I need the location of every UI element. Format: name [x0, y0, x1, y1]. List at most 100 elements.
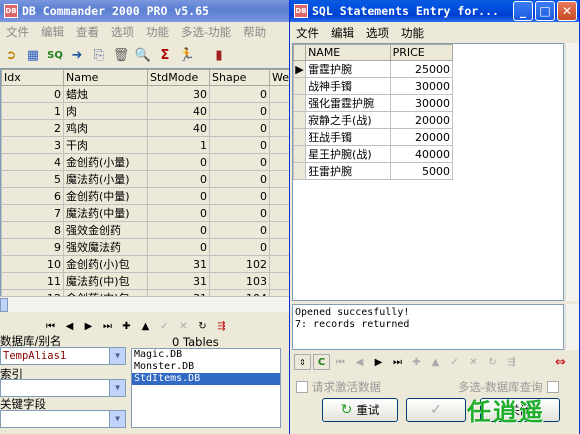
cell-stdmode[interactable]: 30 — [147, 85, 210, 103]
cell-idx[interactable]: 10 — [1, 255, 64, 273]
cell-stdmode[interactable]: 0 — [147, 204, 210, 222]
col-stdmode[interactable]: StdMode — [147, 69, 210, 86]
cell-shape[interactable]: 0 — [209, 136, 270, 154]
next-record-icon[interactable]: ▶ — [80, 318, 97, 334]
table-row[interactable]: 9 强效魔法药 0 0 — [1, 238, 291, 256]
cell-name[interactable]: 狂雷护腕 — [305, 162, 391, 180]
sql-icon[interactable]: SQ — [46, 46, 64, 64]
cell-stdmode[interactable]: 31 — [147, 272, 210, 290]
menu-options[interactable]: 选项 — [360, 25, 395, 41]
filter-icon[interactable]: ⇶ — [213, 318, 230, 334]
table-row[interactable]: 寂静之手(战) 20000 — [293, 111, 454, 129]
cell-idx[interactable]: 4 — [1, 153, 64, 171]
cancel-icon[interactable]: ✕ — [175, 318, 192, 334]
cell-shape[interactable]: 0 — [209, 85, 270, 103]
activate-data-checkbox[interactable]: 请求激活数据 — [296, 379, 381, 395]
refresh-icon[interactable]: ↻ — [194, 318, 211, 334]
cell-idx[interactable]: 9 — [1, 238, 64, 256]
cell-stdmode[interactable]: 0 — [147, 153, 210, 171]
checkbox-box[interactable] — [546, 381, 559, 393]
first-record-icon[interactable]: ⏮ — [332, 354, 349, 370]
sql-grid-vscroll[interactable] — [565, 43, 579, 301]
menu-multi-functions[interactable]: 多选-功能 — [175, 24, 237, 40]
checkbox-box[interactable] — [296, 381, 308, 393]
cell-shape[interactable]: 102 — [209, 255, 270, 273]
left-data-grid[interactable]: Idx Name StdMode Shape Wei 0 蜡烛 30 0 1 肉 40 0 2 鸡… — [0, 68, 292, 298]
menu-functions[interactable]: 功能 — [140, 24, 175, 40]
cell-name[interactable]: 魔法药(小量) — [63, 170, 148, 188]
index-combo[interactable]: ▼ — [0, 379, 126, 397]
cell-name[interactable]: 金创药(中量) — [63, 187, 148, 205]
cell-price[interactable]: 30000 — [389, 77, 454, 95]
cell-idx[interactable]: 11 — [1, 272, 64, 290]
cell-shape[interactable]: 103 — [209, 272, 270, 290]
cell-stdmode[interactable]: 0 — [147, 221, 210, 239]
cell-idx[interactable]: 2 — [1, 119, 64, 137]
delete-icon[interactable]: 🗑 — [112, 46, 130, 64]
db-alias-combo[interactable]: TempAlias1 ▼ — [0, 347, 126, 365]
cell-name[interactable]: 蜡烛 — [63, 85, 148, 103]
cell-idx[interactable]: 5 — [1, 170, 64, 188]
table-row[interactable]: 7 魔法药(中量) 0 0 — [1, 204, 291, 222]
cell-shape[interactable]: 0 — [209, 187, 270, 205]
cell-shape[interactable]: 0 — [209, 102, 270, 120]
table-icon[interactable]: ▦ — [24, 46, 42, 64]
run-icon[interactable]: 🏃 — [178, 46, 196, 64]
chevron-down-icon[interactable]: ▼ — [109, 380, 125, 396]
copy-icon[interactable]: ⎘ — [90, 46, 108, 64]
table-row[interactable]: 3 干肉 1 0 — [1, 136, 291, 154]
cell-shape[interactable]: 0 — [209, 119, 270, 137]
menu-view[interactable]: 查看 — [70, 24, 105, 40]
post-icon[interactable]: ✓ — [156, 318, 173, 334]
chevron-down-icon[interactable]: ▼ — [109, 348, 125, 364]
cell-shape[interactable]: 0 — [209, 204, 270, 222]
delete-record-icon[interactable]: ▲ — [137, 318, 154, 334]
cell-name[interactable]: 狂战手镯 — [305, 128, 391, 146]
menu-options[interactable]: 选项 — [105, 24, 140, 40]
cell-price[interactable]: 20000 — [389, 128, 454, 146]
cell-stdmode[interactable]: 40 — [147, 119, 210, 137]
table-item[interactable]: Monster.DB — [132, 361, 280, 373]
cell-idx[interactable]: 6 — [1, 187, 64, 205]
col-name[interactable]: Name — [63, 69, 148, 86]
left-grid-hscroll[interactable] — [0, 296, 292, 312]
table-row[interactable]: 4 金创药(小量) 0 0 — [1, 153, 291, 171]
menu-edit[interactable]: 编辑 — [35, 24, 70, 40]
table-row[interactable]: 星王护腕(战) 40000 — [293, 145, 454, 163]
table-row[interactable]: 2 鸡肉 40 0 — [1, 119, 291, 137]
table-row[interactable]: 狂战手镯 20000 — [293, 128, 454, 146]
insert-record-icon[interactable]: ✚ — [408, 354, 425, 370]
cell-idx[interactable]: 7 — [1, 204, 64, 222]
table-row[interactable]: 战神手镯 30000 — [293, 77, 454, 95]
table-row[interactable]: ▶ 雷霆护腕 25000 — [293, 60, 454, 78]
cell-name[interactable]: 雷霆护腕 — [305, 60, 391, 78]
tables-list[interactable]: Magic.DB Monster.DB StdItems.DB — [131, 348, 281, 428]
cell-shape[interactable]: 0 — [209, 238, 270, 256]
cell-stdmode[interactable]: 31 — [147, 255, 210, 273]
cell-price[interactable]: 5000 — [389, 162, 454, 180]
menu-file[interactable]: 文件 — [0, 24, 35, 40]
cell-idx[interactable]: 0 — [1, 85, 64, 103]
filter-icon[interactable]: ⇶ — [503, 354, 520, 370]
cell-price[interactable]: 25000 — [389, 60, 454, 78]
table-row[interactable]: 10 金创药(小)包 31 102 — [1, 255, 291, 273]
table-row[interactable]: 狂雷护腕 5000 — [293, 162, 454, 180]
first-record-icon[interactable]: ⏮ — [42, 318, 59, 334]
post-icon[interactable]: ✓ — [446, 354, 463, 370]
cell-name[interactable]: 金创药(小量) — [63, 153, 148, 171]
swap-arrows-icon[interactable]: ⇔ — [552, 354, 569, 370]
prior-record-icon[interactable]: ◀ — [351, 354, 368, 370]
refresh-icon[interactable]: ↻ — [484, 354, 501, 370]
cancel-icon[interactable]: ✕ — [465, 354, 482, 370]
table-row[interactable]: 11 魔法药(中)包 31 103 — [1, 272, 291, 290]
cell-name[interactable]: 魔法药(中量) — [63, 204, 148, 222]
cell-name[interactable]: 寂静之手(战) — [305, 111, 391, 129]
table-item[interactable]: Magic.DB — [132, 349, 280, 361]
delete-record-icon[interactable]: ▲ — [427, 354, 444, 370]
status-vscroll[interactable] — [565, 304, 579, 350]
close-window-button[interactable]: ✕ — [557, 1, 577, 21]
sql-c-icon[interactable]: C — [313, 354, 330, 370]
sigma-icon[interactable]: Σ — [156, 46, 174, 64]
cell-shape[interactable]: 0 — [209, 221, 270, 239]
table-row[interactable]: 8 强效金创药 0 0 — [1, 221, 291, 239]
